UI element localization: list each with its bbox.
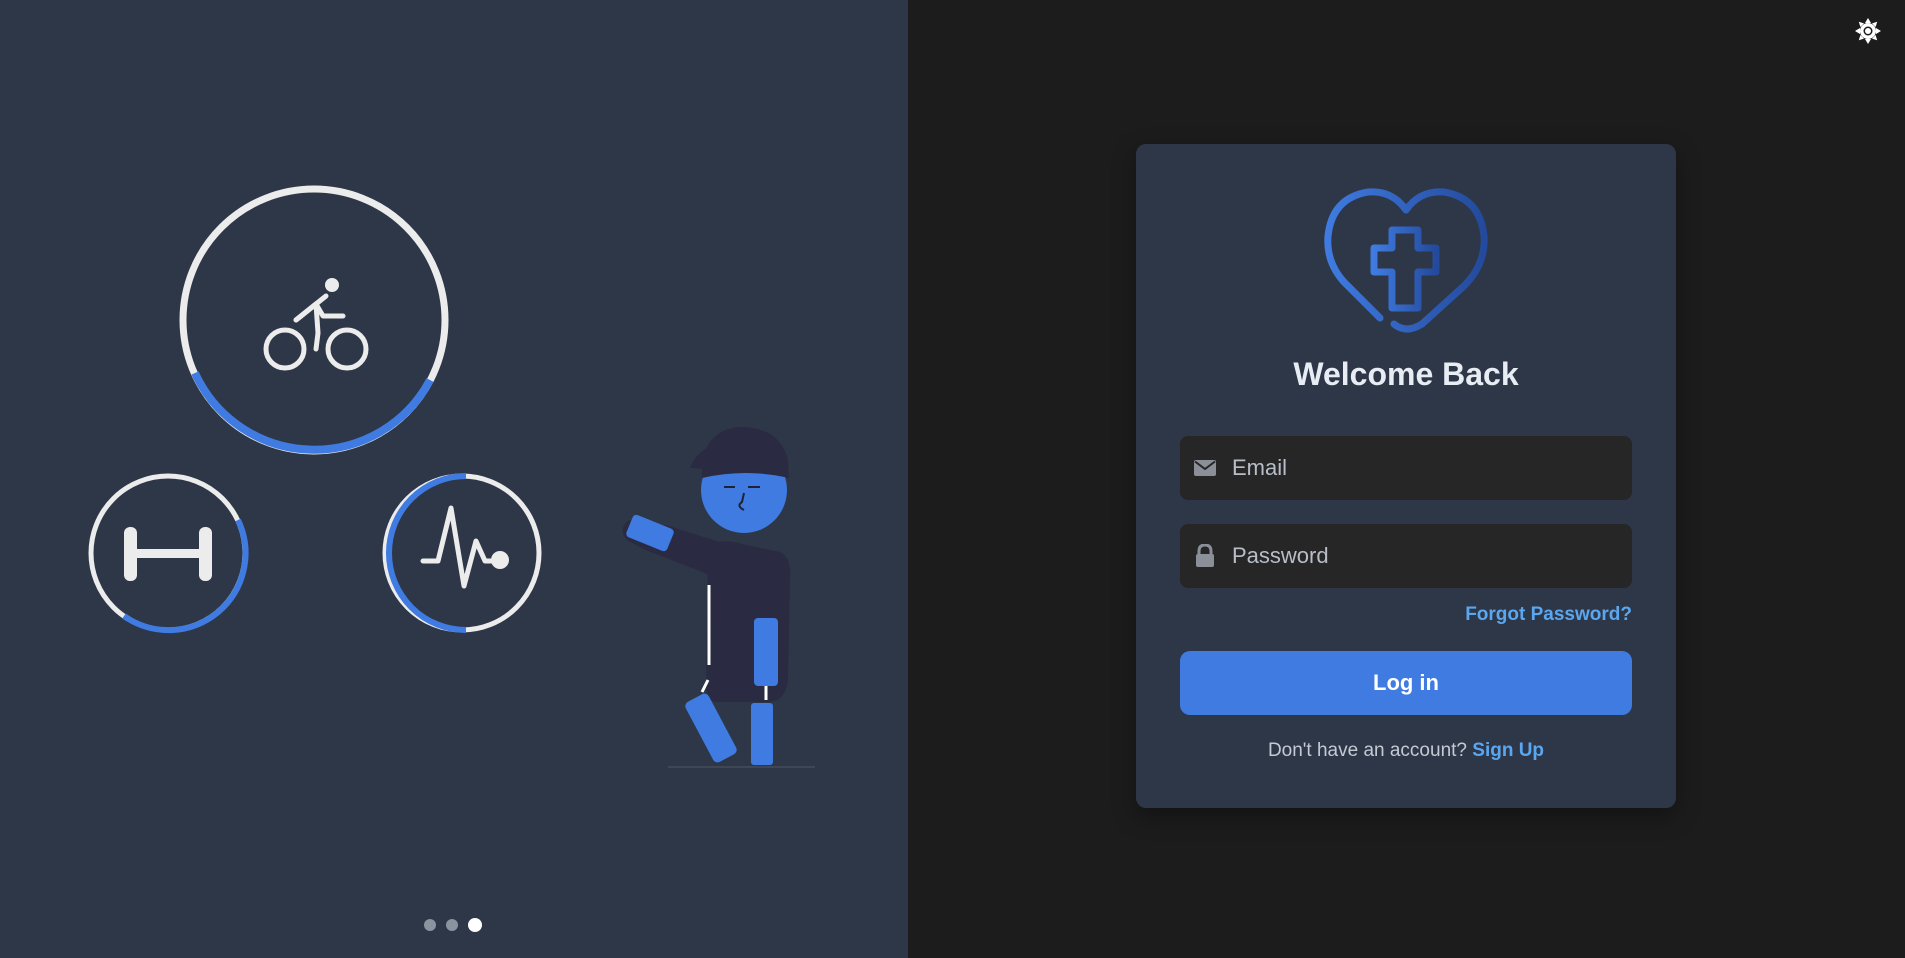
- illustration-panel: [0, 0, 908, 958]
- carousel-dot-1[interactable]: [424, 919, 436, 931]
- signup-prompt: Don't have an account?: [1267, 740, 1473, 761]
- sun-icon: [1855, 18, 1881, 44]
- dumbbell-icon: [124, 527, 212, 581]
- heart-cross-icon: [1324, 188, 1488, 333]
- bicycle-activity-ring: [179, 185, 449, 455]
- person-illustration: [622, 427, 815, 768]
- signup-link[interactable]: Sign Up: [1472, 740, 1544, 761]
- heartbeat-activity-ring: [382, 473, 542, 633]
- password-field[interactable]: [1180, 524, 1632, 588]
- login-button[interactable]: Log in: [1180, 651, 1632, 715]
- password-input[interactable]: [1218, 524, 1632, 588]
- login-card: Welcome Back Forgot Password? Log in Don…: [1136, 144, 1676, 808]
- dumbbell-activity-ring: [88, 473, 249, 634]
- bicycle-icon: [263, 278, 369, 371]
- fitness-illustration: [88, 185, 815, 768]
- forgot-password-link[interactable]: Forgot Password?: [1465, 604, 1632, 626]
- heartbeat-icon: [420, 505, 509, 589]
- signup-row: Don't have an account? Sign Up: [1136, 740, 1676, 762]
- email-input[interactable]: [1218, 436, 1632, 500]
- lock-icon: [1192, 543, 1218, 569]
- carousel-dot-3[interactable]: [468, 918, 482, 932]
- theme-toggle-button[interactable]: [1853, 16, 1883, 46]
- envelope-icon: [1192, 455, 1218, 481]
- carousel-dot-2[interactable]: [446, 919, 458, 931]
- carousel-indicator: [424, 918, 482, 932]
- email-field[interactable]: [1180, 436, 1632, 500]
- page-title: Welcome Back: [1293, 356, 1519, 392]
